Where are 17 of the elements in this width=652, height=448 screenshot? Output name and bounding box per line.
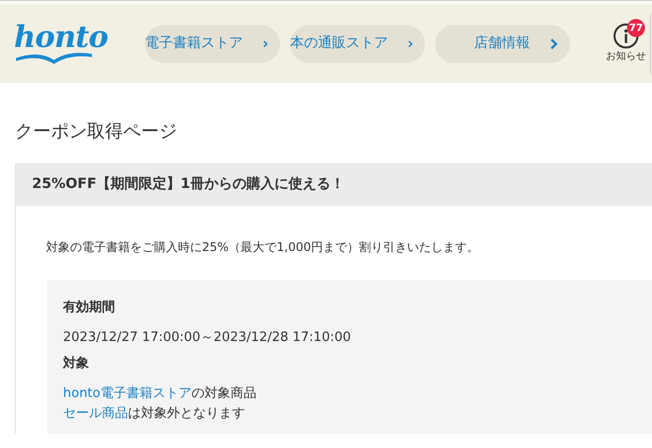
coupon-description: 対象の電子書籍をご購入時に25%（最大で1,000円まで）割り引きいたします。 bbox=[46, 239, 480, 256]
nav-button[interactable]: 本の通販ストア bbox=[290, 24, 425, 62]
target-link[interactable]: セール商品 bbox=[63, 406, 128, 421]
coupon-title: 25%OFF【期間限定】1冊からの購入に使える！ bbox=[32, 174, 344, 194]
target-text: セール商品は対象外となります bbox=[63, 405, 245, 423]
chevron-right-icon bbox=[550, 38, 558, 50]
period-label: 有効期間 bbox=[63, 299, 115, 317]
notice-label: お知らせ bbox=[606, 50, 646, 64]
nav-button[interactable]: 店舗情報 bbox=[435, 24, 570, 62]
target-label: 対象 bbox=[63, 354, 89, 373]
notification-badge: 77 bbox=[627, 19, 645, 37]
logo[interactable]: honto bbox=[0, 24, 145, 64]
period-text: 2023/12/27 17:00:00～2023/12/28 17:10:00 bbox=[63, 329, 351, 347]
target-text: honto電子書籍ストアの対象商品 bbox=[63, 385, 256, 403]
nav-button[interactable]: 電子書籍ストア bbox=[145, 24, 280, 62]
target-link[interactable]: honto電子書籍ストア bbox=[63, 386, 192, 401]
page-title: クーポン取得ページ bbox=[15, 120, 178, 144]
